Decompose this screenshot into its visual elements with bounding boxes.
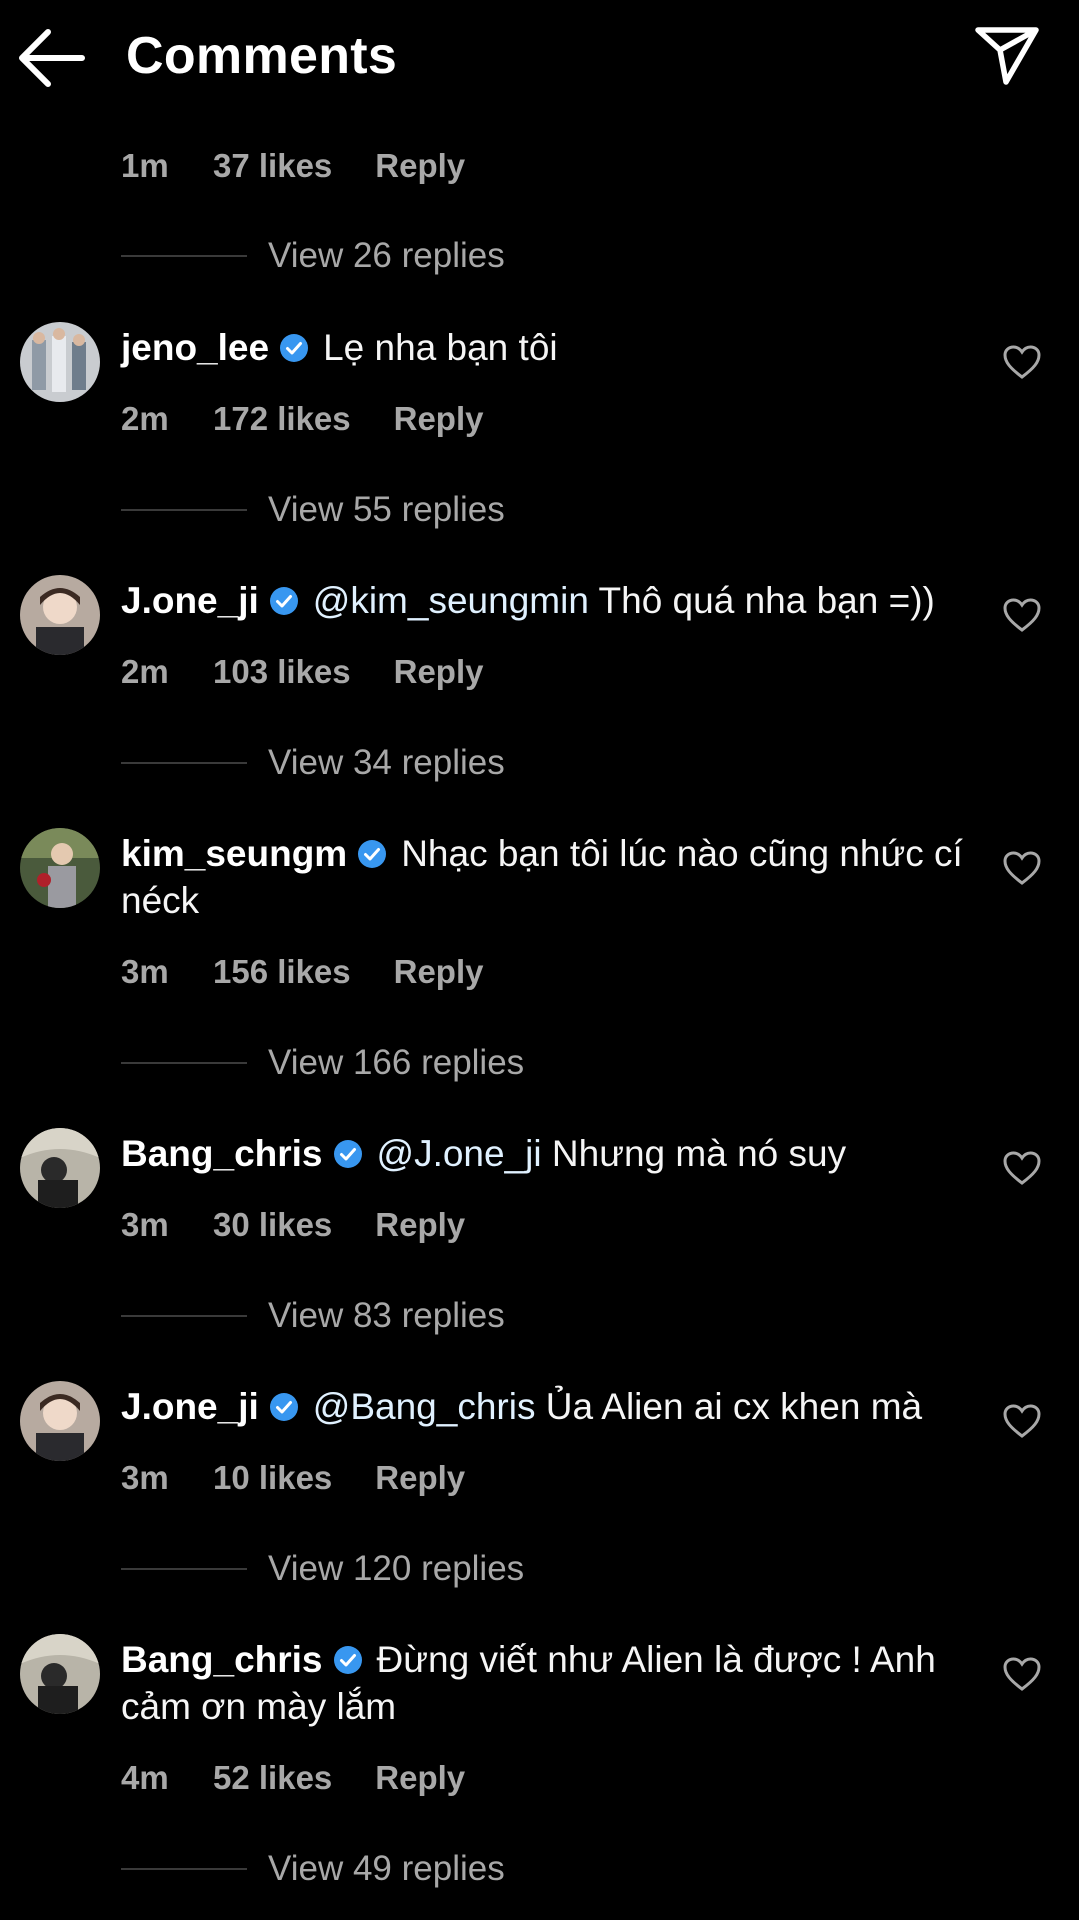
comment-likes[interactable]: 172 likes (213, 400, 351, 438)
reply-button[interactable]: Reply (375, 147, 465, 185)
comment-time: 2m (121, 400, 169, 437)
like-heart-icon[interactable] (1002, 597, 1042, 633)
comment-meta: 1m 37 likes Reply (121, 147, 465, 185)
avatar[interactable] (20, 322, 100, 402)
replies-divider (121, 509, 247, 511)
comment-text: J.one_ji @Bang_chris Ủa Alien ai cx khen … (121, 1383, 991, 1430)
reply-button[interactable]: Reply (394, 400, 484, 438)
comment-body: Ủa Alien ai cx khen mà (545, 1386, 923, 1427)
replies-divider (121, 1062, 247, 1064)
avatar[interactable] (20, 575, 100, 655)
comment-likes[interactable]: 156 likes (213, 953, 351, 991)
reply-button[interactable]: Reply (394, 653, 484, 691)
view-replies-label: View 49 replies (268, 1849, 505, 1888)
comment-meta: 3m 30 likes Reply (121, 1206, 465, 1244)
comment-text: J.one_ji @kim_seungmin Thô quá nha bạn =)… (121, 577, 991, 624)
reply-button[interactable]: Reply (375, 1206, 465, 1244)
comment-body: Lẹ nha bạn tôi (323, 327, 558, 368)
comment-username[interactable]: J.one_ji (121, 1386, 259, 1427)
replies-divider (121, 1568, 247, 1570)
paper-plane-icon (975, 27, 1039, 85)
view-replies-label: View 166 replies (268, 1043, 525, 1082)
verified-badge-icon (280, 334, 309, 362)
like-heart-icon[interactable] (1002, 1403, 1042, 1439)
comment-text: Bang_chris @J.one_ji Nhưng mà nó suy (121, 1130, 991, 1177)
comment-meta: 4m 52 likes Reply (121, 1759, 465, 1797)
view-replies-label: View 55 replies (268, 490, 505, 529)
comment-likes[interactable]: 52 likes (213, 1759, 332, 1797)
comment-text: jeno_lee Lẹ nha bạn tôi (121, 324, 991, 371)
comment-likes[interactable]: 37 likes (213, 147, 332, 185)
verified-badge-icon (333, 1140, 362, 1168)
reply-button[interactable]: Reply (375, 1459, 465, 1497)
view-replies-label: View 34 replies (268, 743, 505, 782)
verified-badge-icon (269, 587, 298, 615)
comment-meta: 2m 103 likes Reply (121, 653, 484, 691)
like-heart-icon[interactable] (1002, 1656, 1042, 1692)
comment-meta: 2m 172 likes Reply (121, 400, 484, 438)
back-button[interactable] (18, 28, 86, 88)
view-replies-button[interactable]: View 55 replies (121, 490, 505, 530)
comment-username[interactable]: kim_seungm (121, 833, 347, 874)
replies-divider (121, 1868, 247, 1870)
comment-likes[interactable]: 103 likes (213, 653, 351, 691)
comment-body: Nhưng mà nó suy (551, 1133, 847, 1174)
view-replies-button[interactable]: View 34 replies (121, 743, 505, 783)
view-replies-label: View 26 replies (268, 236, 505, 275)
comment-time: 2m (121, 653, 169, 690)
comment-time: 3m (121, 1459, 169, 1496)
like-heart-icon[interactable] (1002, 850, 1042, 886)
like-heart-icon[interactable] (1002, 344, 1042, 380)
like-heart-icon[interactable] (1002, 1150, 1042, 1186)
comment-likes[interactable]: 30 likes (213, 1206, 332, 1244)
replies-divider (121, 255, 247, 257)
comment-mention[interactable]: @Bang_chris (313, 1386, 536, 1427)
comment-meta: 3m 10 likes Reply (121, 1459, 465, 1497)
view-replies-button[interactable]: View 49 replies (121, 1849, 505, 1889)
view-replies-button[interactable]: View 83 replies (121, 1296, 505, 1336)
reply-button[interactable]: Reply (375, 1759, 465, 1797)
reply-button[interactable]: Reply (394, 953, 484, 991)
comment-text: kim_seungm Nhạc bạn tôi lúc nào cũng nhức… (121, 830, 991, 924)
verified-badge-icon (358, 840, 387, 868)
comment-username[interactable]: jeno_lee (121, 327, 269, 368)
verified-badge-icon (333, 1646, 362, 1674)
avatar[interactable] (20, 1128, 100, 1208)
comment-username[interactable]: J.one_ji (121, 580, 259, 621)
comment-mention[interactable]: @J.one_ji (377, 1133, 542, 1174)
comment-text: Bang_chris Đừng viết như Alien là được ! … (121, 1636, 991, 1730)
share-button[interactable] (972, 22, 1042, 88)
view-replies-label: View 83 replies (268, 1296, 505, 1335)
view-replies-label: View 120 replies (268, 1549, 525, 1588)
verified-badge-icon (269, 1393, 298, 1421)
comment-body: Thô quá nha bạn =)) (598, 580, 935, 621)
comment-username[interactable]: Bang_chris (121, 1639, 323, 1680)
avatar[interactable] (20, 828, 100, 908)
header-bar: Comments (0, 0, 1079, 120)
comment-username[interactable]: Bang_chris (121, 1133, 323, 1174)
comment-mention[interactable]: @kim_seungmin (313, 580, 589, 621)
view-replies-button[interactable]: View 166 replies (121, 1043, 524, 1083)
comment-meta: 3m 156 likes Reply (121, 953, 484, 991)
avatar[interactable] (20, 1381, 100, 1461)
view-replies-button[interactable]: View 120 replies (121, 1549, 524, 1589)
avatar[interactable] (20, 1634, 100, 1714)
arrow-left-icon (19, 29, 85, 87)
replies-divider (121, 762, 247, 764)
replies-divider (121, 1315, 247, 1317)
comment-likes[interactable]: 10 likes (213, 1459, 332, 1497)
view-replies-button[interactable]: View 26 replies (121, 236, 505, 276)
comment-time: 3m (121, 953, 169, 990)
comment-time: 4m (121, 1759, 169, 1796)
comment-time: 3m (121, 1206, 169, 1243)
page-title: Comments (126, 27, 398, 85)
comment-time: 1m (121, 147, 169, 184)
